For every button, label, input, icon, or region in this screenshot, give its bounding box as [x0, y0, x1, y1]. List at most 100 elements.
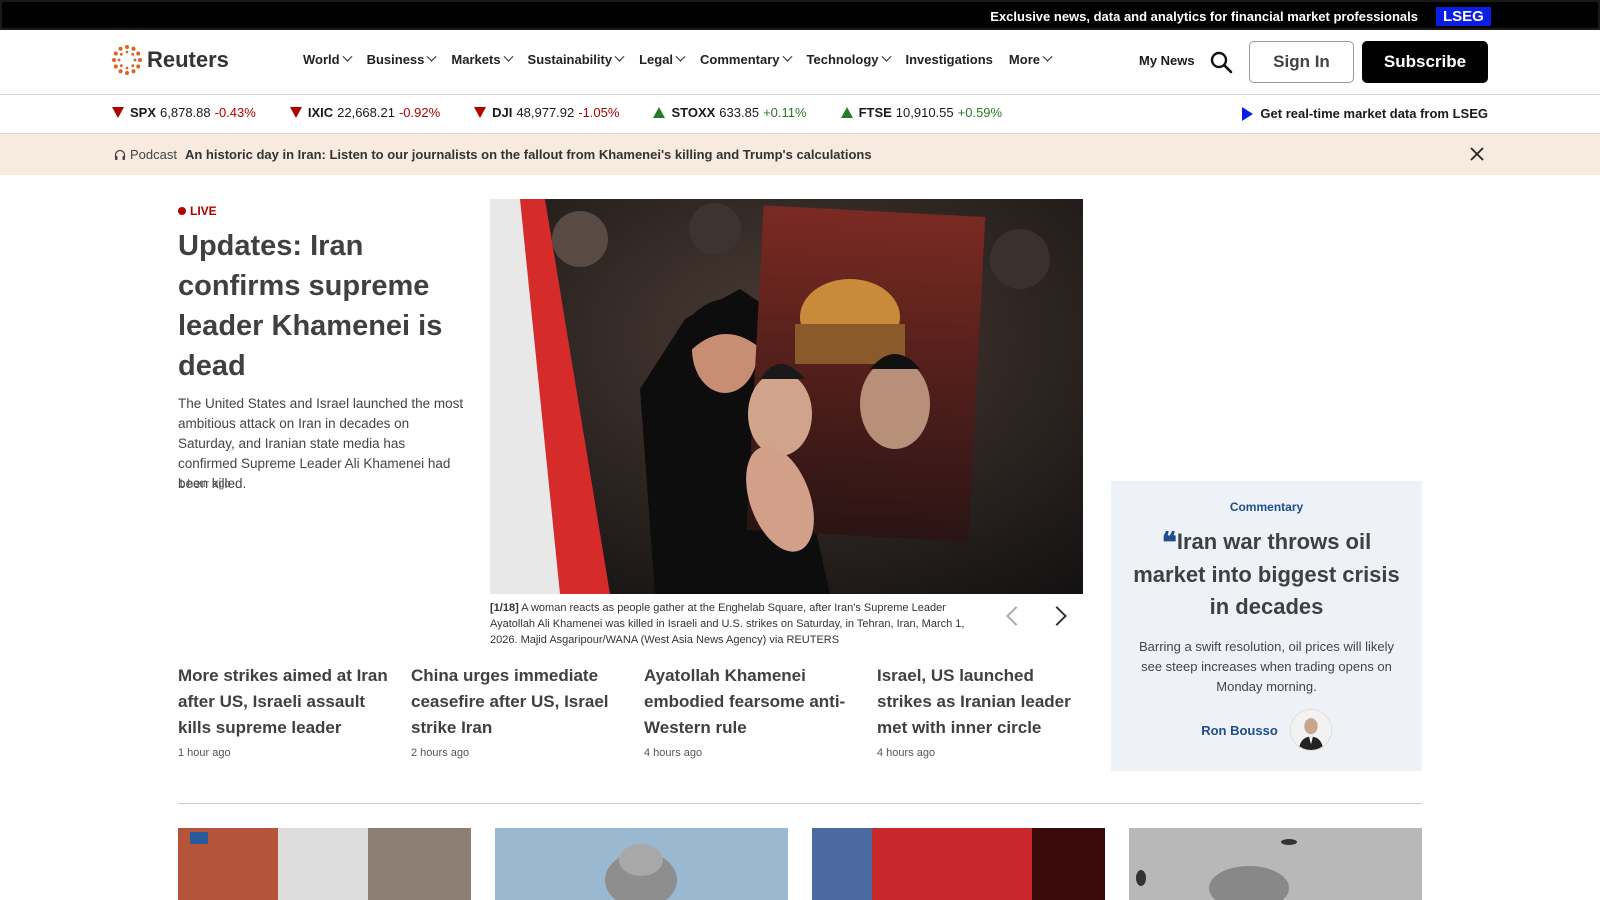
chevron-down-icon	[342, 51, 353, 62]
nav-technology[interactable]: Technology	[806, 51, 891, 67]
ticker-symbol: FTSE	[858, 105, 892, 120]
story-thumbnail[interactable]	[812, 828, 1105, 900]
live-dot-icon	[178, 207, 186, 215]
ticker-value: 10,910.55	[895, 105, 954, 120]
ticker-symbol: IXIC	[307, 105, 334, 120]
nav-label: Business	[366, 52, 425, 67]
ticker-value: 48,977.92	[516, 105, 575, 120]
nav-commentary[interactable]: Commentary	[700, 51, 792, 67]
nav-legal[interactable]: Legal	[639, 51, 686, 67]
market-ticker: SPX 6,878.88 -0.43% IXIC 22,668.21 -0.92…	[0, 95, 1600, 134]
up-arrow-icon	[840, 107, 853, 118]
ticker-change: +0.59%	[957, 105, 1003, 120]
story-card[interactable]: More strikes aimed at Iran after US, Isr…	[178, 663, 388, 759]
ticker-change: -0.43%	[214, 105, 256, 120]
logo-text: Reuters	[147, 47, 229, 72]
caption-index: [1/18]	[490, 602, 519, 614]
ticker-change: +0.11%	[763, 105, 807, 120]
ticker-item-dji[interactable]: DJI 48,977.92 -1.05%	[474, 105, 619, 120]
nav-label: Technology	[806, 52, 879, 67]
commentary-author[interactable]: Ron Bousso	[1111, 709, 1422, 751]
nav-label: Commentary	[700, 52, 780, 67]
ticker-item-spx[interactable]: SPX 6,878.88 -0.43%	[112, 105, 256, 120]
story-title[interactable]: China urges immediate ceasefire after US…	[411, 663, 621, 741]
lseg-link-text: Get real-time market data from LSEG	[1260, 106, 1488, 121]
lead-timestamp: 1 hour ago	[178, 478, 231, 490]
lseg-market-data-link[interactable]: Get real-time market data from LSEG	[1242, 106, 1488, 121]
photo-caption: [1/18] A woman reacts as people gather a…	[490, 600, 980, 648]
close-icon[interactable]	[1469, 146, 1485, 162]
nav-business[interactable]: Business	[366, 51, 437, 67]
podcast-banner: Podcast An historic day in Iran: Listen …	[0, 134, 1600, 175]
ticker-item-ixic[interactable]: IXIC 22,668.21 -0.92%	[289, 105, 441, 120]
nav-world[interactable]: World	[303, 51, 353, 67]
headphones-icon	[114, 149, 126, 160]
nav-label: Investigations	[905, 52, 993, 67]
story-thumbnail[interactable]	[495, 828, 788, 900]
chevron-down-icon	[1042, 51, 1053, 62]
nav-markets[interactable]: Markets	[451, 51, 513, 67]
commentary-desc: Barring a swift resolution, oil prices w…	[1138, 639, 1395, 694]
story-card[interactable]: Ayatollah Khamenei embodied fearsome ant…	[644, 663, 854, 759]
ticker-change: -1.05%	[578, 105, 620, 120]
lseg-badge[interactable]: LSEG	[1436, 7, 1491, 26]
nav-investigations[interactable]: Investigations	[906, 52, 993, 67]
caption-text: A woman reacts as people gather at the E…	[490, 602, 965, 646]
chevron-left-icon[interactable]	[1006, 606, 1026, 626]
reuters-logo-icon	[112, 45, 142, 75]
story-title[interactable]: Israel, US launched strikes as Iranian l…	[877, 663, 1087, 741]
down-arrow-icon	[474, 107, 487, 118]
nav-label: More	[1008, 52, 1040, 67]
subscribe-button[interactable]: Subscribe	[1362, 41, 1488, 83]
chevron-down-icon	[881, 51, 891, 62]
reuters-logo[interactable]: Reuters	[111, 44, 229, 76]
ticker-item-stoxx[interactable]: STOXX 633.85 +0.11%	[653, 105, 807, 120]
promo-text[interactable]: Exclusive news, data and analytics for f…	[990, 9, 1418, 24]
podcast-label: Podcast	[130, 147, 177, 162]
story-thumbnail[interactable]	[1129, 828, 1422, 900]
ticker-symbol: SPX	[130, 105, 157, 120]
ticker-value: 6,878.88	[160, 105, 211, 120]
ticker-symbol: STOXX	[671, 105, 716, 120]
nav-label: World	[303, 52, 340, 67]
nav-label: Markets	[451, 52, 501, 67]
site-header: Reuters World Business Markets Sustainab…	[0, 30, 1600, 95]
up-arrow-icon	[653, 107, 666, 118]
live-badge: LIVE	[178, 204, 217, 218]
live-label: LIVE	[190, 204, 217, 218]
author-name: Ron Bousso	[1201, 722, 1278, 738]
nav-more[interactable]: More	[1008, 51, 1053, 67]
story-timestamp: 1 hour ago	[178, 747, 231, 759]
search-icon[interactable]	[1209, 50, 1233, 74]
story-thumbnails	[178, 828, 1446, 900]
quote-icon: ❝	[1161, 526, 1177, 559]
nav-sustainability[interactable]: Sustainability	[528, 51, 625, 67]
down-arrow-icon	[289, 107, 302, 118]
nav-label: Legal	[639, 52, 674, 67]
related-stories: More strikes aimed at Iran after US, Isr…	[178, 663, 1110, 759]
commentary-title[interactable]: ❝Iran war throws oil market into biggest…	[1131, 526, 1402, 623]
my-news-link[interactable]: My News	[1139, 53, 1195, 68]
lead-headline[interactable]: Updates: Iran confirms supreme leader Kh…	[178, 226, 468, 386]
story-card[interactable]: China urges immediate ceasefire after US…	[411, 663, 621, 759]
ticker-item-ftse[interactable]: FTSE 10,910.55 +0.59%	[840, 105, 1003, 120]
ticker-value: 22,668.21	[337, 105, 395, 120]
ticker-change: -0.92%	[398, 105, 441, 120]
play-icon	[1242, 106, 1254, 121]
story-thumbnail[interactable]	[178, 828, 471, 900]
commentary-label[interactable]: Commentary	[1111, 500, 1422, 514]
promo-bar: Exclusive news, data and analytics for f…	[0, 0, 1600, 30]
chevron-right-icon[interactable]	[1047, 606, 1067, 626]
lead-photo[interactable]	[490, 199, 1083, 594]
story-card[interactable]: Israel, US launched strikes as Iranian l…	[877, 663, 1087, 759]
main-nav: World Business Markets Sustainability Le…	[303, 51, 1067, 67]
down-arrow-icon	[112, 107, 124, 118]
podcast-link[interactable]: Podcast An historic day in Iran: Listen …	[114, 147, 872, 162]
section-divider	[178, 803, 1422, 804]
story-title[interactable]: More strikes aimed at Iran after US, Isr…	[178, 663, 388, 741]
chevron-down-icon	[426, 51, 437, 62]
story-timestamp: 4 hours ago	[644, 747, 703, 759]
sign-in-button[interactable]: Sign In	[1249, 41, 1354, 83]
commentary-card[interactable]: Commentary ❝Iran war throws oil market i…	[1111, 481, 1422, 771]
story-title[interactable]: Ayatollah Khamenei embodied fearsome ant…	[644, 663, 854, 741]
